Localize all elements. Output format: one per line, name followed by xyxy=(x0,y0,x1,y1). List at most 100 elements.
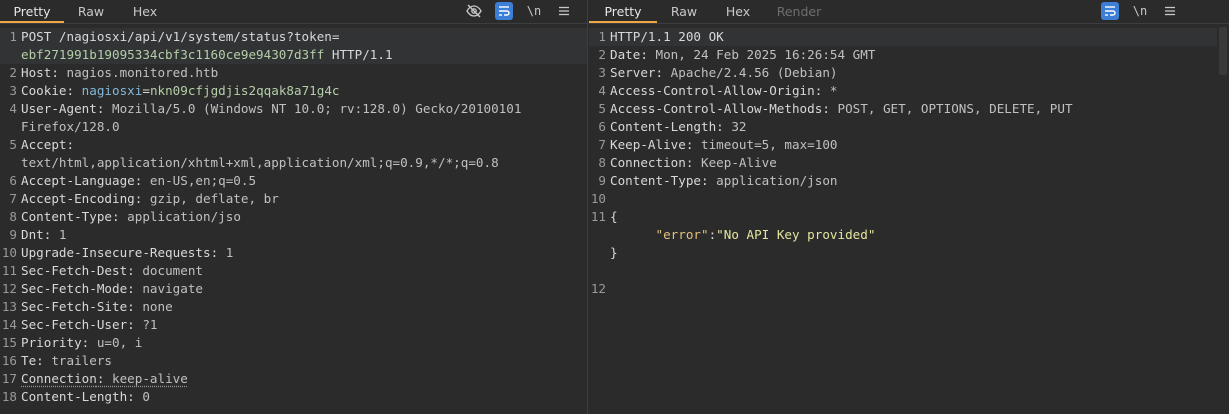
header-line: 5 Access-Control-Allow-Methods: POST, GET… xyxy=(598,101,1073,116)
request-line: 1 POST /nagiosxi/api/v1/system/status?tok… xyxy=(0,28,587,46)
menu-icon[interactable] xyxy=(555,2,573,20)
header-name: Accept xyxy=(21,137,67,152)
header-name: Cookie xyxy=(21,83,67,98)
header-name: Accept-Encoding xyxy=(21,191,135,206)
header-value: Firefox/128.0 xyxy=(21,119,120,134)
header-line: 9 Content-Type: application/json xyxy=(598,173,838,188)
cookie-value: nkn09cfjgdjis2qqak8a71g4c xyxy=(149,83,340,98)
json-close-brace: } xyxy=(610,245,618,260)
wrap-icon[interactable] xyxy=(495,2,513,20)
header-name: Content-Type xyxy=(21,209,112,224)
response-toolbar: \n xyxy=(1101,2,1179,20)
header-value: Mozilla/5.0 (Windows NT 10.0; rv:128.0) … xyxy=(112,101,522,116)
json-body-line: "error":"No API Key provided" xyxy=(589,226,1229,244)
header-name: Sec-Fetch-Site xyxy=(21,299,128,314)
request-protocol: HTTP/1.1 xyxy=(324,47,393,62)
newline-toggle-button[interactable]: \n xyxy=(1131,2,1149,20)
header-line: 16 Te: trailers xyxy=(1,353,113,368)
header-line: 7 Keep-Alive: timeout=5, max=100 xyxy=(598,137,838,152)
json-key: "error" xyxy=(655,227,709,242)
json-value: "No API Key provided" xyxy=(716,227,876,242)
header-line: 3 Cookie: nagiosxi=nkn09cfjgdjis2qqak8a71… xyxy=(9,83,340,98)
header-line: 8 Content-Type: application/jso xyxy=(9,209,241,224)
blank-line: 12 xyxy=(590,281,606,296)
request-pane: Pretty Raw Hex \n 1 POST /nagiosxi/api/v1… xyxy=(0,0,588,414)
response-tab-render[interactable]: Render xyxy=(765,0,833,23)
request-toolbar: \n xyxy=(465,2,573,20)
header-value: keep-alive xyxy=(112,371,188,386)
scrollbar-thumb[interactable] xyxy=(1219,27,1227,75)
json-close-line: } xyxy=(589,244,1229,262)
request-tab-raw[interactable]: Raw xyxy=(64,0,118,23)
header-value: text/html,application/xhtml+xml,applicat… xyxy=(21,155,499,170)
request-line-cont: ebf271991b19095334cbf3c1160ce9e94307d3ff… xyxy=(0,46,587,64)
header-value: nagios.monitored.htb xyxy=(66,65,219,80)
response-pane: Pretty Raw Hex Render \n 1 HTTP/1.1 200 O… xyxy=(589,0,1229,414)
header-value: POST, GET, OPTIONS, DELETE, PUT xyxy=(837,101,1073,116)
response-tabbar: Pretty Raw Hex Render \n xyxy=(589,0,1229,24)
request-path: /nagiosxi/api/v1/system/status?token= xyxy=(58,29,340,44)
request-method: POST xyxy=(21,29,59,44)
eye-off-icon[interactable] xyxy=(465,2,483,20)
header-name: Content-Length xyxy=(21,389,128,404)
header-line: 6 Accept-Language: en-US,en;q=0.5 xyxy=(9,173,257,188)
header-name: Keep-Alive xyxy=(610,137,686,152)
request-editor[interactable]: 1 POST /nagiosxi/api/v1/system/status?tok… xyxy=(0,24,587,406)
header-name: Te xyxy=(21,353,37,368)
header-value: application/json xyxy=(716,173,838,188)
header-line: 17 Connection: keep-alive xyxy=(1,371,188,386)
header-name: Content-Type xyxy=(610,173,701,188)
header-name: Server xyxy=(610,65,656,80)
newline-toggle-button[interactable]: \n xyxy=(525,2,543,20)
header-value: application/jso xyxy=(127,209,241,224)
status-line: 1 HTTP/1.1 200 OK xyxy=(589,28,1229,46)
header-name: Connection xyxy=(610,155,686,170)
header-line: 3 Server: Apache/2.4.56 (Debian) xyxy=(598,65,838,80)
request-tab-hex[interactable]: Hex xyxy=(118,0,172,23)
header-name: Access-Control-Allow-Origin xyxy=(610,83,815,98)
header-name: Host xyxy=(21,65,52,80)
header-value: ?1 xyxy=(142,317,158,332)
header-line-cont: Firefox/128.0 xyxy=(0,118,587,136)
header-line: 14 Sec-Fetch-User: ?1 xyxy=(1,317,158,332)
response-tab-hex[interactable]: Hex xyxy=(711,0,765,23)
menu-icon[interactable] xyxy=(1161,2,1179,20)
header-name: User-Agent xyxy=(21,101,97,116)
cookie-name: nagiosxi xyxy=(81,83,143,98)
header-value: u=0, i xyxy=(96,335,143,350)
header-line: 13 Sec-Fetch-Site: none xyxy=(1,299,173,314)
header-value: 0 xyxy=(142,389,150,404)
response-scrollbar[interactable] xyxy=(1217,25,1229,414)
header-line-cont: text/html,application/xhtml+xml,applicat… xyxy=(0,154,587,172)
header-line: 6 Content-Length: 32 xyxy=(598,119,747,134)
header-line: 4 Access-Control-Allow-Origin: * xyxy=(598,83,838,98)
header-line: 9 Dnt: 1 xyxy=(9,227,67,242)
header-value: gzip, deflate, br xyxy=(149,191,279,206)
header-name: Sec-Fetch-Mode xyxy=(21,281,128,296)
request-tab-pretty[interactable]: Pretty xyxy=(0,0,64,23)
header-line: 11 Sec-Fetch-Dest: document xyxy=(1,263,203,278)
header-name: Upgrade-Insecure-Requests xyxy=(21,245,211,260)
header-name: Dnt xyxy=(21,227,44,242)
header-line: 18 Content-Length: 0 xyxy=(1,389,150,404)
response-editor[interactable]: 1 HTTP/1.1 200 OK 2 Date: Mon, 24 Feb 2025… xyxy=(589,24,1229,298)
header-value: Mon, 24 Feb 2025 16:26:54 GMT xyxy=(655,47,876,62)
response-tab-raw[interactable]: Raw xyxy=(657,0,711,23)
header-value: 1 xyxy=(225,245,234,260)
header-name: Content-Length xyxy=(610,119,717,134)
header-line: 2 Host: nagios.monitored.htb xyxy=(9,65,219,80)
header-line: 7 Accept-Encoding: gzip, deflate, br xyxy=(9,191,279,206)
response-tab-pretty[interactable]: Pretty xyxy=(589,0,657,23)
header-line: 2 Date: Mon, 24 Feb 2025 16:26:54 GMT xyxy=(598,47,876,62)
status-text: HTTP/1.1 200 OK xyxy=(610,29,724,44)
header-name: Sec-Fetch-User xyxy=(21,317,128,332)
header-name: Priority xyxy=(21,335,82,350)
header-name: Connection xyxy=(21,371,97,386)
header-value: timeout=5, max=100 xyxy=(701,137,838,152)
header-value: 1 xyxy=(58,227,67,242)
wrap-icon[interactable] xyxy=(1101,2,1119,20)
header-line: 4 User-Agent: Mozilla/5.0 (Windows NT 10.… xyxy=(9,101,522,116)
header-name: Accept-Language xyxy=(21,173,135,188)
header-value: none xyxy=(142,299,173,314)
